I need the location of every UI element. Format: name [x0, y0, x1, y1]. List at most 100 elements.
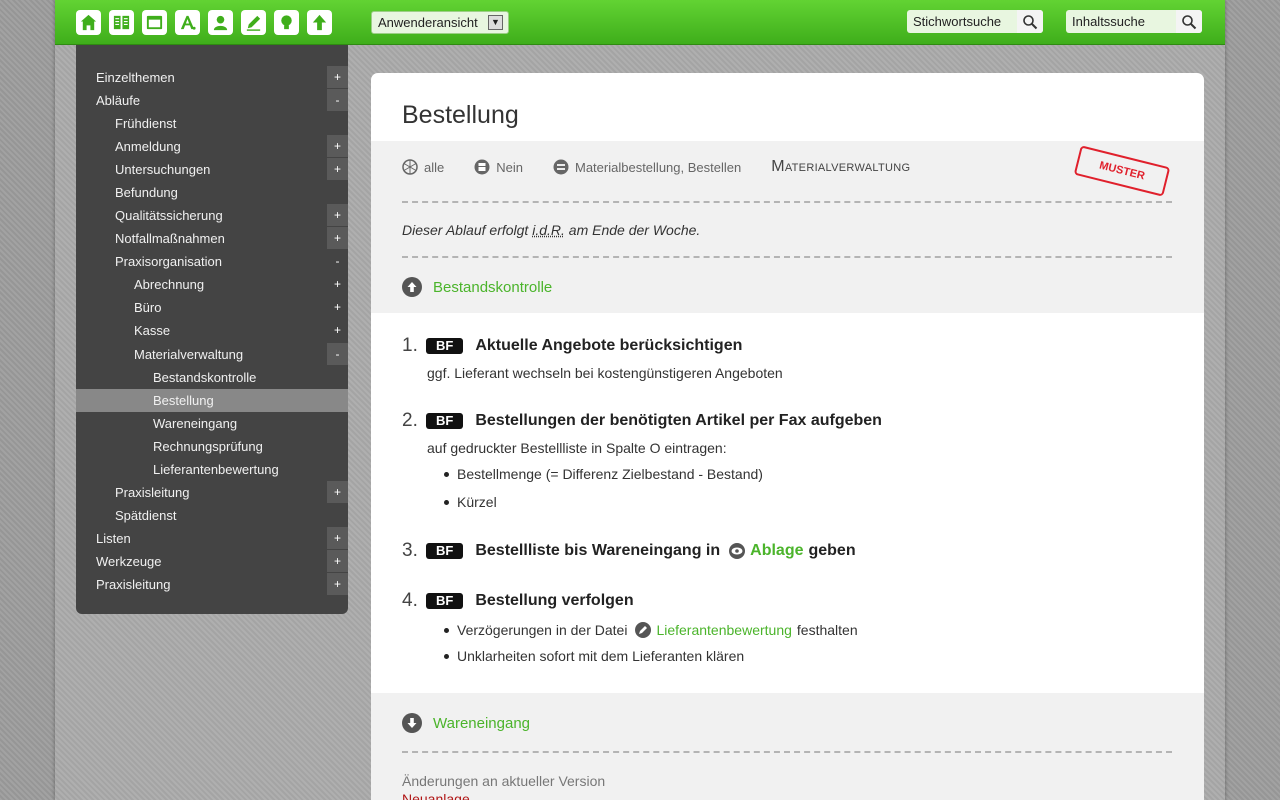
expand-toggle[interactable]: +	[327, 135, 348, 157]
bullet-post: festhalten	[796, 622, 858, 638]
search-icon[interactable]	[1017, 10, 1043, 33]
expand-toggle[interactable]: +	[327, 527, 348, 549]
note-pre: Dieser Ablauf erfolgt	[402, 222, 533, 238]
prev-link[interactable]: Bestandskontrolle	[402, 277, 552, 297]
arrow-down-circle-icon	[402, 713, 422, 733]
step-number: 1.	[402, 335, 418, 356]
sidebar-item-label: Listen	[96, 531, 131, 546]
keyword-search-input[interactable]	[907, 10, 1017, 33]
sidebar-item-einzelthemen[interactable]: Einzelthemen +	[76, 66, 348, 89]
expand-toggle[interactable]: +	[327, 296, 348, 318]
neuanlage-link[interactable]: Neuanlage	[402, 791, 470, 800]
arrow-up-icon[interactable]	[307, 10, 332, 35]
sidebar-item-werkzeuge[interactable]: Werkzeuge +	[76, 550, 348, 573]
chevron-down-icon: ▼	[488, 15, 503, 30]
meta-print-label: Nein	[496, 159, 523, 175]
expand-toggle[interactable]: +	[327, 319, 348, 341]
sidebar-item-buero[interactable]: Büro +	[76, 296, 348, 319]
bf-badge: BF	[426, 593, 464, 609]
sidebar-item-kasse[interactable]: Kasse +	[76, 319, 348, 342]
sidebar-item-label: Wareneingang	[153, 416, 238, 431]
expand-toggle[interactable]: +	[327, 204, 348, 226]
sidebar-item-rechnungspruefung[interactable]: Rechnungsprüfung	[76, 435, 348, 458]
bullet-pre: Verzögerungen in der Datei	[457, 622, 628, 638]
next-link[interactable]: Wareneingang	[402, 713, 530, 733]
step-3: 3. BF Bestellliste bis Wareneingang in A…	[402, 540, 856, 562]
expand-toggle[interactable]: +	[327, 573, 348, 595]
sidebar-item-ablaeufe[interactable]: Abläufe -	[76, 89, 348, 112]
sidebar-item-wareneingang[interactable]: Wareneingang	[76, 412, 348, 435]
sidebar-item-fruehdienst[interactable]: Frühdienst	[76, 112, 348, 135]
sidebar-item-label: Befundung	[115, 185, 178, 200]
note-text: Dieser Ablauf erfolgt i.d.R. am Ende der…	[402, 222, 700, 238]
sidebar-item-label: Abrechnung	[134, 277, 205, 292]
user-icon[interactable]	[208, 10, 233, 35]
bf-badge: BF	[426, 338, 464, 354]
sidebar-item-anmeldung[interactable]: Anmeldung +	[76, 135, 348, 158]
meta-row: alle Nein Materialbestellung, Bestellen …	[402, 158, 940, 176]
page-title: Bestellung	[402, 101, 519, 129]
sidebar-item-label: Bestellung	[153, 393, 214, 408]
search-icon[interactable]	[1176, 10, 1202, 33]
view-select-label: Anwenderansicht	[378, 15, 478, 30]
sidebar-item-untersuchungen[interactable]: Untersuchungen +	[76, 158, 348, 181]
arrow-up-circle-icon	[402, 277, 422, 297]
sidebar-item-notfallmassnahmen[interactable]: Notfallmaßnahmen +	[76, 227, 348, 250]
expand-toggle[interactable]: +	[327, 481, 348, 503]
sidebar-item-label: Frühdienst	[115, 116, 177, 131]
sidebar-item-qualitaetssicherung[interactable]: Qualitätssicherung +	[76, 204, 348, 227]
expand-toggle[interactable]: +	[327, 66, 348, 88]
expand-toggle[interactable]: +	[327, 550, 348, 572]
meta-section: alle Nein Materialbestellung, Bestellen …	[371, 141, 1204, 313]
sidebar-item-praxisleitung[interactable]: Praxisleitung +	[76, 481, 348, 504]
sidebar-item-praxisleitung-top[interactable]: Praxisleitung +	[76, 573, 348, 596]
note-post: am Ende der Woche.	[564, 222, 701, 238]
note-abbr: i.d.R.	[532, 222, 565, 238]
ablage-link[interactable]: Ablage	[750, 542, 803, 560]
sidebar-item-praxisorganisation[interactable]: Praxisorganisation -	[76, 250, 348, 273]
sidebar-item-spaetdienst[interactable]: Spätdienst	[76, 504, 348, 527]
step-title: Bestellungen der benötigten Artikel per …	[475, 412, 882, 429]
sidebar-item-label: Notfallmaßnahmen	[115, 231, 225, 246]
sidebar-item-label: Praxisleitung	[96, 577, 171, 592]
bullet-item: Unklarheiten sofort mit dem Lieferanten …	[444, 648, 858, 664]
expand-toggle[interactable]: +	[327, 158, 348, 180]
content-search-input[interactable]	[1066, 10, 1176, 33]
sidebar-item-lieferantenbewertung[interactable]: Lieferantenbewertung	[76, 458, 348, 481]
pencil-icon[interactable]	[241, 10, 266, 35]
home-icon[interactable]	[76, 10, 101, 35]
sidebar-item-label: Untersuchungen	[115, 162, 211, 177]
divider	[402, 751, 1172, 753]
step-desc: auf gedruckter Bestellliste in Spalte O …	[427, 440, 727, 456]
step-title-post: geben	[808, 542, 856, 559]
sidebar-item-label: Praxisleitung	[115, 485, 190, 500]
collapse-toggle[interactable]: -	[327, 343, 348, 365]
sidebar-item-befundung[interactable]: Befundung	[76, 181, 348, 204]
collapse-toggle[interactable]: -	[327, 89, 348, 111]
footer-section: Wareneingang Änderungen an aktueller Ver…	[371, 693, 1204, 800]
meta-print: Nein	[474, 159, 523, 175]
view-select[interactable]: Anwenderansicht ▼	[371, 11, 509, 34]
lightbulb-icon[interactable]	[274, 10, 299, 35]
next-link-label: Wareneingang	[433, 714, 531, 732]
top-toolbar: Anwenderansicht ▼	[55, 0, 1225, 45]
step-desc: ggf. Lieferant wechseln bei kostengünsti…	[427, 365, 783, 381]
folder-icon[interactable]	[142, 10, 167, 35]
muster-stamp: MUSTER	[1073, 145, 1171, 197]
collapse-toggle[interactable]: -	[327, 250, 348, 272]
sidebar-item-bestellung[interactable]: Bestellung	[76, 389, 348, 412]
sidebar-item-listen[interactable]: Listen +	[76, 527, 348, 550]
step-title-pre: Bestellliste bis Wareneingang in	[475, 542, 721, 559]
sidebar-item-label: Einzelthemen	[96, 70, 175, 85]
step-title: Bestellliste bis Wareneingang in Ablage …	[475, 542, 856, 560]
book-icon[interactable]	[109, 10, 134, 35]
step-4: 4. BF Bestellung verfolgen Verzögerungen…	[402, 590, 858, 664]
lieferantenbewertung-link[interactable]: Lieferantenbewertung	[656, 622, 791, 638]
sidebar-item-bestandskontrolle[interactable]: Bestandskontrolle	[76, 366, 348, 389]
sidebar-item-abrechnung[interactable]: Abrechnung +	[76, 273, 348, 296]
prev-link-label: Bestandskontrolle	[433, 278, 553, 296]
expand-toggle[interactable]: +	[327, 273, 348, 295]
font-icon[interactable]	[175, 10, 200, 35]
sidebar-item-materialverwaltung[interactable]: Materialverwaltung -	[76, 343, 348, 366]
expand-toggle[interactable]: +	[327, 227, 348, 249]
